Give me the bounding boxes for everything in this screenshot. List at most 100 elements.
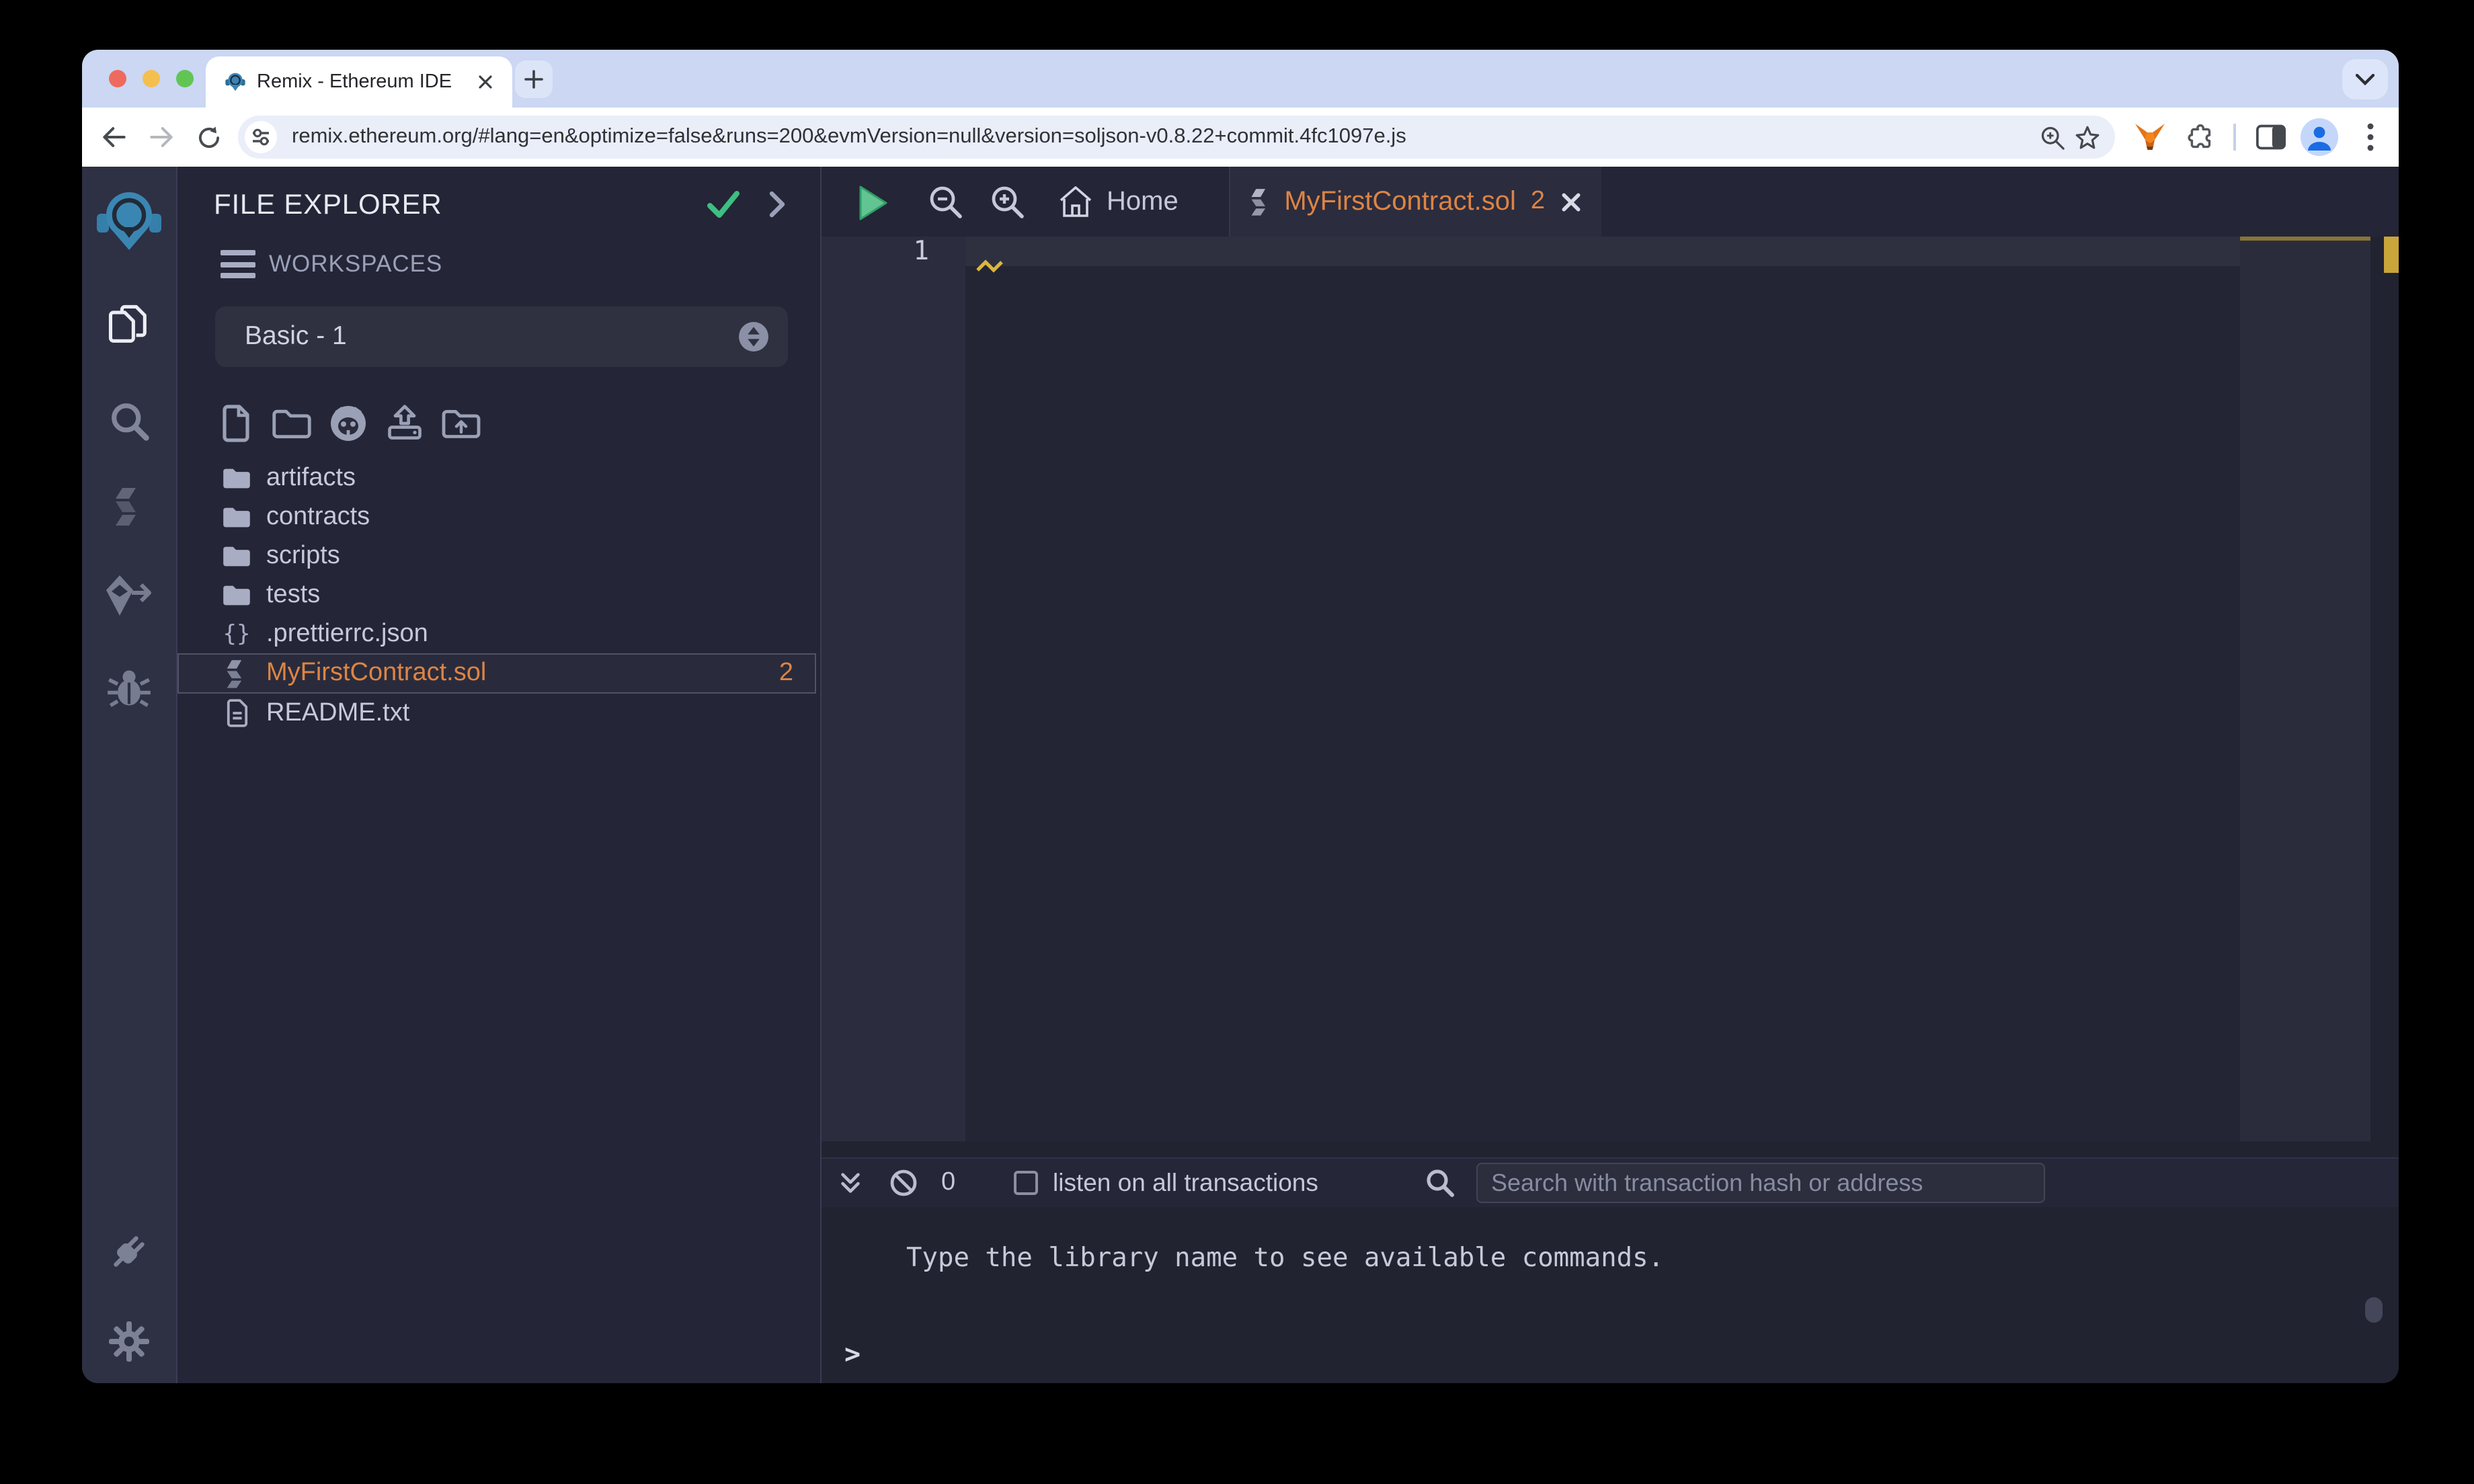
transaction-count: 0 bbox=[941, 1168, 956, 1196]
browser-toolbar: remix.ethereum.org/#lang=en&optimize=fal… bbox=[82, 108, 2399, 167]
file-explorer-icon[interactable] bbox=[82, 301, 176, 349]
minimap-line-mark bbox=[2240, 237, 2370, 241]
back-button[interactable] bbox=[95, 118, 133, 156]
side-panel-icon[interactable] bbox=[2252, 118, 2290, 156]
tab-myfirstcontract-active[interactable]: MyFirstContract.sol 2 bbox=[1230, 167, 1601, 237]
browser-tabstrip: Remix - Ethereum IDE bbox=[82, 50, 2399, 108]
terminal-search-placeholder: Search with transaction hash or address bbox=[1491, 1169, 1923, 1196]
workspace-selected-value: Basic - 1 bbox=[245, 321, 347, 351]
terminal-search-icon bbox=[1424, 1159, 1456, 1207]
tab-close-icon[interactable] bbox=[472, 69, 499, 95]
zoom-window-button[interactable] bbox=[176, 70, 194, 87]
tree-row-contracts[interactable]: contracts bbox=[177, 497, 822, 536]
tree-row-readme[interactable]: README.txt bbox=[177, 694, 822, 733]
new-file-icon[interactable] bbox=[215, 403, 255, 444]
new-tab-button[interactable] bbox=[515, 60, 553, 98]
active-tab-warning-count: 2 bbox=[1530, 187, 1545, 215]
editor-terminal-area: Home MyFirstContract.sol 2 1 0 listen on… bbox=[822, 167, 2399, 1383]
text-file-icon bbox=[221, 698, 253, 728]
apply-check-icon[interactable] bbox=[705, 186, 742, 230]
minimize-window-button[interactable] bbox=[143, 70, 160, 87]
current-line-highlight bbox=[965, 237, 2240, 266]
zoom-in-icon[interactable] bbox=[988, 183, 1026, 220]
new-folder-icon[interactable] bbox=[272, 403, 312, 444]
remix-logo-icon bbox=[82, 188, 176, 255]
tree-row-myfirstcontract-selected[interactable]: MyFirstContract.sol 2 bbox=[177, 653, 816, 694]
metamask-extension-icon[interactable] bbox=[2131, 118, 2169, 156]
file-tree: artifacts contracts scripts tests {} .pr… bbox=[177, 458, 822, 733]
folder-icon bbox=[221, 541, 253, 571]
json-braces-icon: {} bbox=[223, 620, 251, 647]
workspaces-label: WORKSPACES bbox=[269, 250, 443, 277]
folder-icon bbox=[221, 580, 253, 610]
github-clone-icon[interactable] bbox=[328, 403, 368, 444]
close-window-button[interactable] bbox=[109, 70, 126, 87]
solidity-file-icon bbox=[221, 659, 253, 688]
run-script-play-button[interactable] bbox=[858, 186, 887, 227]
remix-icon-panel bbox=[82, 167, 177, 1383]
editor-gutter: 1 bbox=[822, 235, 965, 1141]
plugin-manager-icon[interactable] bbox=[82, 1229, 176, 1274]
listen-transactions-label: listen on all transactions bbox=[1053, 1168, 1318, 1196]
browser-window: Remix - Ethereum IDE remix.ethereum.org/… bbox=[82, 50, 2399, 1383]
terminal-prompt[interactable]: > bbox=[844, 1337, 861, 1370]
home-icon bbox=[1060, 186, 1092, 217]
panel-forward-chevron-icon[interactable] bbox=[761, 187, 793, 229]
extensions-puzzle-icon[interactable] bbox=[2181, 118, 2219, 156]
deploy-run-icon[interactable] bbox=[82, 573, 176, 618]
terminal-search-input[interactable]: Search with transaction hash or address bbox=[1476, 1163, 2045, 1203]
line-number: 1 bbox=[913, 235, 930, 266]
solidity-file-icon bbox=[1251, 189, 1266, 216]
upload-file-icon[interactable] bbox=[385, 403, 425, 444]
zoom-out-icon[interactable] bbox=[926, 183, 964, 220]
debugger-icon[interactable] bbox=[82, 664, 176, 710]
warning-count-badge: 2 bbox=[779, 659, 793, 687]
tree-row-prettierrc[interactable]: {} .prettierrc.json bbox=[177, 614, 822, 653]
solidity-compiler-icon[interactable] bbox=[82, 485, 176, 528]
bookmark-star-icon[interactable] bbox=[2069, 120, 2104, 155]
warning-squiggle bbox=[976, 259, 1003, 273]
settings-gear-icon[interactable] bbox=[82, 1320, 176, 1363]
listen-transactions-checkbox[interactable] bbox=[1014, 1159, 1038, 1207]
tree-row-tests[interactable]: tests bbox=[177, 575, 822, 614]
clear-console-icon[interactable] bbox=[889, 1159, 918, 1207]
code-editor[interactable]: 1 bbox=[822, 235, 2399, 1141]
folder-icon bbox=[221, 502, 253, 532]
warning-ruler-marker bbox=[2384, 237, 2399, 273]
file-explorer-panel: FILE EXPLORER WORKSPACES Basic - 1 artif… bbox=[177, 167, 822, 1383]
remix-favicon-icon bbox=[225, 73, 245, 91]
reload-button[interactable] bbox=[190, 118, 227, 156]
terminal-scrollbar-thumb[interactable] bbox=[2365, 1297, 2383, 1323]
terminal-toolbar: 0 listen on all transactions Search with… bbox=[822, 1157, 2399, 1207]
terminal-output[interactable]: Type the library name to see available c… bbox=[822, 1207, 2399, 1383]
file-actions-row bbox=[215, 403, 481, 444]
site-settings-icon[interactable] bbox=[245, 121, 277, 153]
tab-home[interactable]: Home bbox=[1058, 167, 1179, 237]
browser-tab[interactable]: Remix - Ethereum IDE bbox=[206, 56, 512, 108]
address-bar[interactable]: remix.ethereum.org/#lang=en&optimize=fal… bbox=[238, 116, 2115, 159]
toolbar-separator bbox=[2233, 124, 2236, 151]
workspaces-menu-icon[interactable] bbox=[221, 250, 255, 278]
editor-bottom-gap bbox=[822, 1141, 2399, 1157]
tab-search-chevron-button[interactable] bbox=[2342, 59, 2388, 99]
screen: Remix - Ethereum IDE remix.ethereum.org/… bbox=[0, 0, 2474, 1484]
editor-minimap[interactable] bbox=[2240, 237, 2370, 1141]
browser-menu-kebab-icon[interactable] bbox=[2352, 118, 2389, 156]
folder-icon bbox=[221, 463, 253, 493]
forward-button[interactable] bbox=[143, 118, 180, 156]
profile-avatar[interactable] bbox=[2301, 118, 2338, 156]
editor-content[interactable] bbox=[965, 237, 2240, 1141]
collapse-terminal-icon[interactable] bbox=[836, 1159, 865, 1207]
tree-row-artifacts[interactable]: artifacts bbox=[177, 458, 822, 497]
browser-tab-title: Remix - Ethereum IDE bbox=[257, 71, 452, 93]
workspace-select[interactable]: Basic - 1 bbox=[215, 306, 788, 367]
panel-title: FILE EXPLORER bbox=[214, 190, 442, 220]
home-tab-label: Home bbox=[1107, 186, 1179, 216]
upload-folder-icon[interactable] bbox=[441, 403, 481, 444]
zoom-page-icon[interactable] bbox=[2034, 120, 2069, 155]
editor-overview-ruler[interactable] bbox=[2370, 237, 2399, 1141]
tree-row-scripts[interactable]: scripts bbox=[177, 536, 822, 575]
url-text[interactable]: remix.ethereum.org/#lang=en&optimize=fal… bbox=[292, 125, 2034, 149]
search-icon[interactable] bbox=[82, 398, 176, 444]
close-tab-icon[interactable] bbox=[1557, 187, 1585, 216]
